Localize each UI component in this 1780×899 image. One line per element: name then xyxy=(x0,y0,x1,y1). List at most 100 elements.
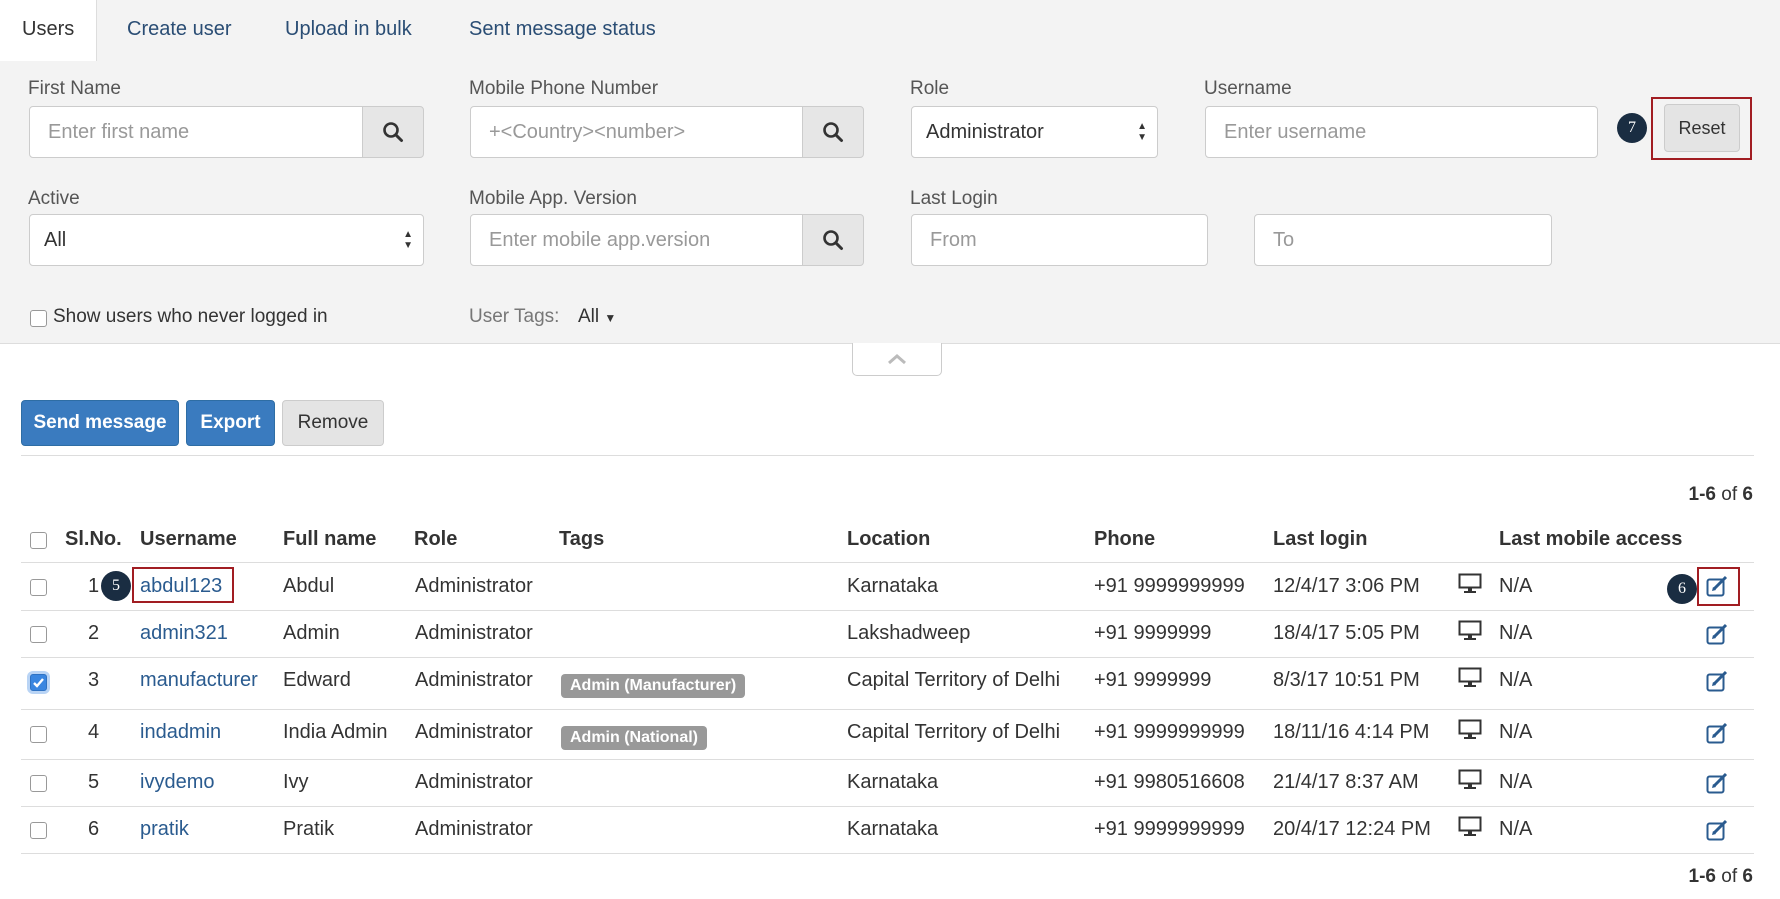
row-fullname: Pratik xyxy=(283,818,335,840)
never-logged-in-checkbox[interactable] xyxy=(30,310,47,327)
edit-icon[interactable] xyxy=(1706,772,1730,800)
row-last-login: 8/3/17 10:51 PM xyxy=(1273,669,1420,691)
row-location: Capital Territory of Delhi xyxy=(847,669,1061,691)
column-header-last-mobile-access[interactable]: Last mobile access xyxy=(1499,528,1682,551)
active-select[interactable]: All ▲ ▼ xyxy=(29,214,424,266)
row-role: Administrator xyxy=(415,771,533,793)
first-name-search-group: Enter first name xyxy=(29,106,424,158)
row-checkbox[interactable] xyxy=(30,579,47,596)
active-label: Active xyxy=(28,188,80,209)
send-message-button[interactable]: Send message xyxy=(21,400,179,446)
role-select[interactable]: Administrator ▲ ▼ xyxy=(911,106,1158,158)
divider xyxy=(21,455,1754,456)
row-username-link[interactable]: pratik xyxy=(140,818,189,841)
row-location: Karnataka xyxy=(847,818,939,840)
row-last-mobile-access: N/A xyxy=(1499,575,1533,597)
edit-icon[interactable] xyxy=(1706,670,1730,698)
row-slno: 6 xyxy=(88,818,100,840)
table-row: 6 pratik Pratik Administrator Karnataka … xyxy=(21,806,1754,854)
reset-button[interactable]: Reset xyxy=(1664,104,1740,152)
mobile-phone-search-button[interactable] xyxy=(802,106,864,158)
row-fullname: Admin xyxy=(283,622,340,644)
monitor-icon xyxy=(1458,769,1482,797)
callout-5: 5 xyxy=(101,571,131,601)
column-header-tags: Tags xyxy=(559,528,605,550)
row-phone: +91 9999999999 xyxy=(1094,721,1245,743)
monitor-icon xyxy=(1458,620,1482,648)
last-login-from-input[interactable]: From xyxy=(911,214,1208,266)
row-checkbox[interactable] xyxy=(30,822,47,839)
pager-total: 6 xyxy=(1742,484,1753,505)
user-tags-value: All xyxy=(578,306,600,327)
app-version-search-group: Enter mobile app.version xyxy=(470,214,864,266)
app-version-input[interactable]: Enter mobile app.version xyxy=(470,214,803,266)
collapse-filters-button[interactable] xyxy=(852,343,942,376)
row-location: Capital Territory of Delhi xyxy=(847,721,1061,743)
edit-icon[interactable] xyxy=(1706,722,1730,750)
row-slno: 3 xyxy=(88,669,100,691)
column-header-slno: Sl.No. xyxy=(65,528,122,550)
table-row: 1 5 abdul123 Abdul Administrator Karnata… xyxy=(21,562,1754,610)
row-last-login: 12/4/17 3:06 PM xyxy=(1273,575,1420,597)
edit-icon[interactable] xyxy=(1706,575,1730,603)
pager-range: 1-6 xyxy=(1688,866,1716,887)
row-role: Administrator xyxy=(415,622,533,644)
mobile-phone-input[interactable]: +<Country><number> xyxy=(470,106,803,158)
row-last-login: 18/11/16 4:14 PM xyxy=(1273,721,1430,743)
app-version-search-button[interactable] xyxy=(802,214,864,266)
edit-icon[interactable] xyxy=(1706,819,1730,847)
role-select-value: Administrator xyxy=(926,121,1044,143)
username-label: Username xyxy=(1204,78,1292,99)
row-checkbox[interactable] xyxy=(30,674,47,691)
row-username-link[interactable]: manufacturer xyxy=(140,669,258,692)
pager-total: 6 xyxy=(1742,866,1753,887)
username-input[interactable]: Enter username xyxy=(1205,106,1598,158)
row-role: Administrator xyxy=(415,669,533,691)
column-header-phone[interactable]: Phone xyxy=(1094,528,1155,551)
row-role: Administrator xyxy=(415,818,533,840)
mobile-phone-search-group: +<Country><number> xyxy=(470,106,864,158)
search-icon xyxy=(823,122,843,142)
search-icon xyxy=(383,122,403,142)
column-header-username[interactable]: Username xyxy=(140,528,237,551)
last-login-to-input[interactable]: To xyxy=(1254,214,1552,266)
row-last-mobile-access: N/A xyxy=(1499,669,1533,691)
column-header-role[interactable]: Role xyxy=(414,528,457,551)
column-header-last-login[interactable]: Last login xyxy=(1273,528,1367,551)
first-name-search-button[interactable] xyxy=(362,106,424,158)
row-last-mobile-access: N/A xyxy=(1499,622,1533,644)
row-slno: 4 xyxy=(88,721,100,743)
first-name-input[interactable]: Enter first name xyxy=(29,106,363,158)
remove-button[interactable]: Remove xyxy=(282,400,384,446)
tab-upload-in-bulk[interactable]: Upload in bulk xyxy=(263,0,434,60)
row-checkbox[interactable] xyxy=(30,626,47,643)
edit-icon[interactable] xyxy=(1706,623,1730,651)
row-username-link[interactable]: indadmin xyxy=(140,721,221,744)
user-tags-label: User Tags: xyxy=(469,306,560,327)
column-header-location[interactable]: Location xyxy=(847,528,930,551)
select-all-checkbox[interactable] xyxy=(30,532,47,549)
export-button[interactable]: Export xyxy=(186,400,275,446)
tab-create-user[interactable]: Create user xyxy=(105,0,254,60)
row-location: Karnataka xyxy=(847,575,939,597)
tab-users[interactable]: Users xyxy=(0,0,98,61)
row-last-mobile-access: N/A xyxy=(1499,721,1533,743)
tab-sent-message-status[interactable]: Sent message status xyxy=(447,0,678,60)
row-phone: +91 9999999 xyxy=(1094,669,1212,691)
row-last-mobile-access: N/A xyxy=(1499,771,1533,793)
table-row: 5 ivydemo Ivy Administrator Karnataka +9… xyxy=(21,759,1754,806)
row-username-link[interactable]: admin321 xyxy=(140,622,228,645)
monitor-icon xyxy=(1458,719,1482,747)
row-username-link[interactable]: abdul123 xyxy=(140,575,222,598)
user-tags-dropdown[interactable]: All ▼ xyxy=(578,306,616,328)
row-phone: +91 9999999 xyxy=(1094,622,1212,644)
row-checkbox[interactable] xyxy=(30,775,47,792)
tag-badge: Admin (National) xyxy=(561,726,707,750)
row-role: Administrator xyxy=(415,575,533,597)
column-header-fullname[interactable]: Full name xyxy=(283,528,376,551)
row-checkbox[interactable] xyxy=(30,726,47,743)
table-row: 4 indadmin India Admin Administrator Adm… xyxy=(21,709,1754,759)
row-username-link[interactable]: ivydemo xyxy=(140,771,214,794)
row-location: Lakshadweep xyxy=(847,622,971,644)
row-slno: 5 xyxy=(88,771,100,793)
